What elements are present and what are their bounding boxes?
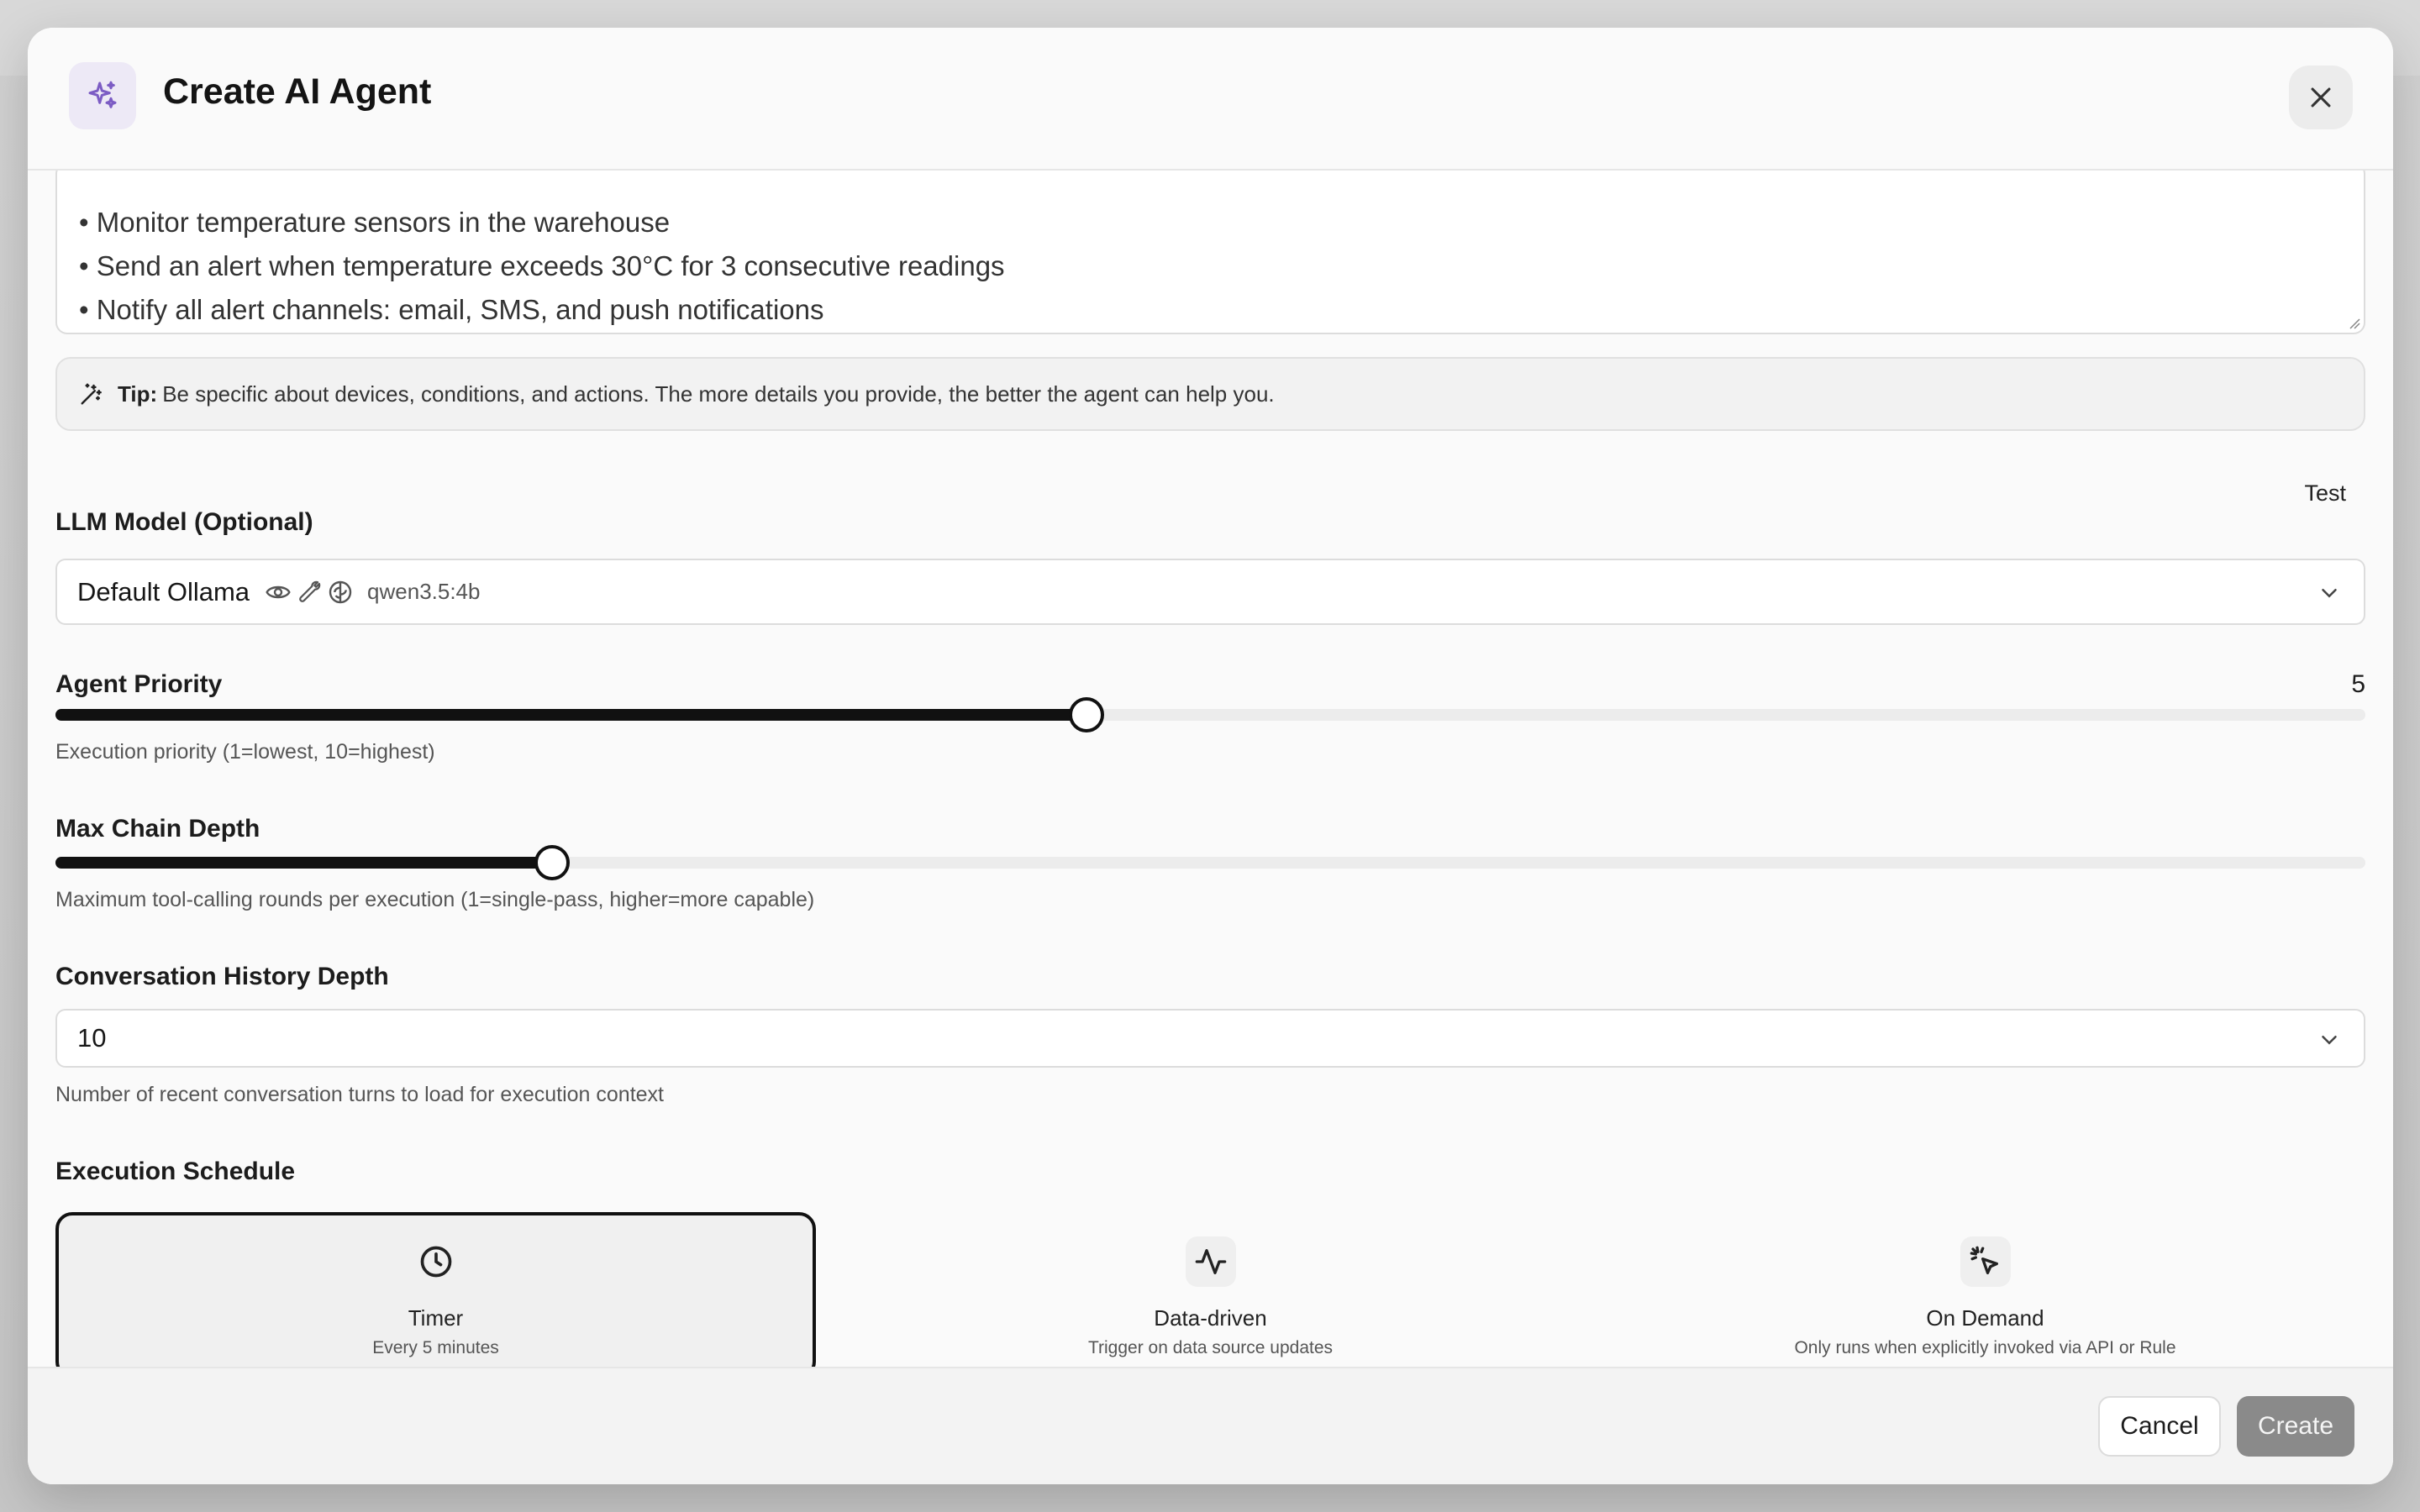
- schedule-options: Timer Every 5 minutes Data-driven Trigge…: [55, 1212, 2365, 1378]
- option-title: On Demand: [1926, 1305, 2044, 1331]
- wrench-icon: [299, 580, 321, 602]
- history-depth-value: 10: [77, 1023, 107, 1053]
- llm-model-select[interactable]: Default Ollama qwen3.5:4b: [55, 559, 2365, 625]
- max-chain-depth-label: Max Chain Depth: [55, 815, 260, 843]
- magic-wand-icon: [81, 383, 102, 405]
- option-subtitle: Trigger on data source updates: [1087, 1338, 1334, 1357]
- description-line: • Send an alert when temperature exceeds…: [79, 250, 1005, 281]
- create-agent-dialog: Create AI Agent • Monitor temperature se…: [28, 28, 2393, 1484]
- dialog-body: • Monitor temperature sensors in the war…: [28, 171, 2393, 1394]
- schedule-option-data-driven[interactable]: Data-driven Trigger on data source updat…: [830, 1212, 1591, 1378]
- create-button[interactable]: Create: [2237, 1396, 2354, 1457]
- option-title: Data-driven: [1154, 1305, 1267, 1331]
- chevron-down-icon: [2322, 1036, 2337, 1045]
- max-chain-depth-hint: Maximum tool-calling rounds per executio…: [55, 888, 815, 911]
- tip-text: Be specific about devices, conditions, a…: [162, 381, 1275, 407]
- execution-schedule-label: Execution Schedule: [55, 1158, 296, 1185]
- schedule-option-on-demand[interactable]: On Demand Only runs when explicitly invo…: [1605, 1212, 2365, 1378]
- model-name: Default Ollama: [77, 576, 250, 606]
- option-title: Timer: [408, 1305, 464, 1331]
- llm-model-label: LLM Model (Optional): [55, 508, 313, 536]
- tip-label: Tip:: [118, 381, 158, 407]
- chevron-down-icon: [2322, 589, 2337, 598]
- sparkles-icon: [69, 62, 136, 129]
- dialog-footer: Cancel Create: [28, 1367, 2393, 1484]
- dialog-header: Create AI Agent: [28, 28, 2393, 171]
- slider-thumb[interactable]: [1069, 697, 1105, 732]
- pointer-click-icon: [1960, 1236, 2011, 1287]
- activity-icon: [1185, 1236, 1236, 1287]
- cancel-button[interactable]: Cancel: [2098, 1396, 2221, 1457]
- agent-priority-label: Agent Priority: [55, 670, 223, 698]
- agent-priority-value: 5: [2351, 670, 2365, 698]
- close-icon: [2311, 87, 2331, 108]
- model-id: qwen3.5:4b: [367, 579, 481, 604]
- slider-fill: [55, 709, 1087, 721]
- history-depth-select[interactable]: 10: [55, 1009, 2365, 1068]
- agent-priority-hint: Execution priority (1=lowest, 10=highest…: [55, 740, 435, 764]
- description-textarea[interactable]: • Monitor temperature sensors in the war…: [55, 171, 2365, 334]
- history-depth-label: Conversation History Depth: [55, 963, 389, 990]
- resize-handle-icon[interactable]: [2345, 314, 2360, 329]
- option-subtitle: Every 5 minutes: [372, 1338, 499, 1357]
- clock-icon: [411, 1236, 461, 1287]
- dialog-title: Create AI Agent: [163, 71, 432, 112]
- slider-fill: [55, 857, 553, 869]
- eye-icon: [266, 585, 291, 598]
- schedule-option-timer[interactable]: Timer Every 5 minutes: [55, 1212, 816, 1378]
- history-depth-hint: Number of recent conversation turns to l…: [55, 1083, 664, 1106]
- agent-priority-slider[interactable]: [55, 697, 2365, 732]
- test-model-button[interactable]: Test: [2304, 480, 2346, 507]
- slider-thumb[interactable]: [534, 845, 571, 880]
- description-line: • Monitor temperature sensors in the war…: [79, 207, 671, 238]
- close-button[interactable]: [2289, 66, 2353, 129]
- tip-banner: Tip: Be specific about devices, conditio…: [55, 357, 2365, 431]
- description-line: • Notify all alert channels: email, SMS,…: [79, 294, 824, 325]
- brain-icon: [329, 580, 352, 603]
- option-subtitle: Only runs when explicitly invoked via AP…: [1794, 1338, 2176, 1357]
- max-chain-depth-slider[interactable]: [55, 845, 2365, 880]
